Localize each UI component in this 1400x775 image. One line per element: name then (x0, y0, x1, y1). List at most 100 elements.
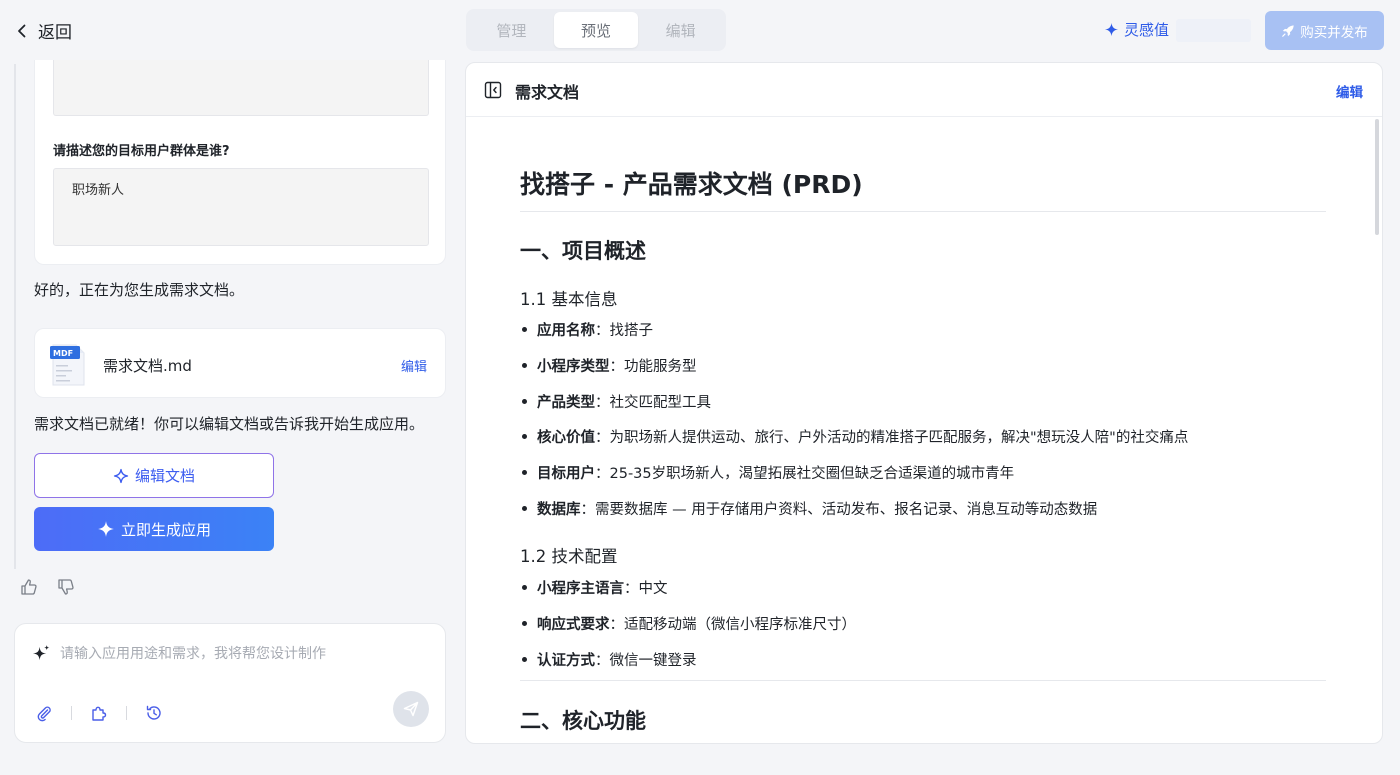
answer-text: 职场新人 (72, 183, 125, 198)
generate-app-label: 立即生成应用 (120, 520, 211, 539)
chat-timeline-line (14, 64, 16, 569)
bullet (522, 621, 527, 626)
list-item-value: ：需要数据库 — 用于存储用户资料、活动发布、报名记录、消息互动等动态数据 (580, 502, 1098, 518)
chat-input-card (14, 623, 446, 743)
buy-publish-button[interactable]: 购买并发布 (1265, 11, 1384, 50)
ai-sparkle-icon (32, 644, 50, 661)
document-edit-link[interactable]: 编辑 (1336, 81, 1363, 101)
send-icon (403, 701, 419, 717)
document-panel-title: 需求文档 (515, 83, 580, 102)
send-button[interactable] (393, 691, 429, 727)
list-item: 认证方式 ：微信一键登录 (520, 649, 697, 670)
chevron-left-icon (18, 24, 26, 37)
list-item-key: 产品类型 (537, 395, 595, 411)
edit-document-label: 编辑文档 (134, 467, 195, 485)
list-item: 数据库 ：需要数据库 — 用于存储用户资料、活动发布、报名记录、消息互动等动态数据 (520, 498, 1097, 519)
file-name: 需求文档.md (103, 357, 192, 375)
sparkle-icon (98, 521, 114, 537)
collapse-panel-icon[interactable] (484, 81, 502, 99)
subsection-heading-basic-info: 1.1 基本信息 (520, 290, 618, 309)
thumbs-down-icon[interactable] (57, 578, 75, 596)
tab-manage-label: 管理 (496, 21, 527, 40)
list-item: 应用名称 ：找搭子 (520, 319, 653, 340)
thumbs-up-icon[interactable] (20, 578, 38, 596)
toolbar-divider (126, 706, 127, 720)
inspiration-link[interactable]: 灵感值 (1104, 19, 1169, 40)
section-heading-core-features: 二、核心功能 (520, 709, 646, 733)
questionnaire-card: 请描述您的目标用户群体是谁? 职场新人 (34, 60, 446, 265)
divider (520, 211, 1326, 212)
list-item-value: ：适配移动端（微信小程序标准尺寸） (609, 617, 857, 633)
list-item: 产品类型 ：社交匹配型工具 (520, 391, 711, 412)
input-toolbar (35, 704, 163, 722)
document-panel-header: 需求文档 编辑 (466, 63, 1382, 117)
document-scrollbar[interactable] (1375, 119, 1379, 235)
list-item-key: 目标用户 (537, 466, 595, 482)
paperclip-icon[interactable] (35, 704, 53, 722)
bullet (522, 363, 527, 368)
divider (520, 680, 1326, 681)
tab-preview-label: 预览 (581, 21, 612, 40)
previous-answer-box[interactable] (53, 60, 429, 116)
list-item-key: 响应式要求 (537, 617, 610, 633)
top-bar: 返回 管理 预览 编辑 灵感值 购买并发布 (0, 0, 1400, 60)
edit-document-button[interactable]: 编辑文档 (34, 453, 274, 498)
list-item: 小程序类型 ：功能服务型 (520, 355, 697, 376)
back-label: 返回 (38, 23, 72, 43)
inspiration-label: 灵感值 (1124, 21, 1170, 39)
list-item-value: ：为职场新人提供运动、旅行、户外活动的精准搭子匹配服务，解决"想玩没人陪"的社交… (595, 430, 1189, 446)
back-button[interactable]: 返回 (14, 18, 72, 43)
sparkle-icon (1104, 22, 1119, 37)
tab-preview[interactable]: 预览 (553, 12, 639, 48)
list-item-value: ：找搭子 (595, 323, 653, 339)
section-heading-overview: 一、项目概述 (520, 239, 646, 263)
list-item-key: 认证方式 (537, 653, 595, 669)
tab-edit[interactable]: 编辑 (638, 12, 723, 48)
file-card[interactable]: MDF 需求文档.md 编辑 (34, 328, 446, 398)
document-title: 找搭子 - 产品需求文档 (PRD) (520, 170, 863, 199)
chat-input[interactable] (60, 642, 430, 666)
puzzle-icon[interactable] (90, 704, 108, 722)
bullet (522, 506, 527, 511)
list-item-key: 数据库 (537, 502, 581, 518)
bullet (522, 434, 527, 439)
toolbar-divider (71, 706, 72, 720)
document-panel: 需求文档 编辑 找搭子 - 产品需求文档 (PRD) 一、项目概述 1.1 基本… (465, 62, 1383, 744)
generating-message: 好的，正在为您生成需求文档。 (34, 281, 245, 299)
list-item-value: ：微信一键登录 (595, 653, 697, 669)
list-item-key: 小程序类型 (537, 359, 610, 375)
list-item-key: 核心价值 (537, 430, 595, 446)
bullet (522, 657, 527, 662)
list-item-value: ：功能服务型 (609, 359, 697, 375)
list-item: 目标用户 ：25-35岁职场新人，渴望拓展社交圈但缺乏合适渠道的城市青年 (520, 462, 1014, 483)
buy-publish-label: 购买并发布 (1300, 24, 1368, 41)
question-label: 请描述您的目标用户群体是谁? (53, 144, 230, 159)
sparkle-outline-icon (113, 468, 129, 483)
list-item-key: 应用名称 (537, 323, 595, 339)
list-item: 核心价值 ：为职场新人提供运动、旅行、户外活动的精准搭子匹配服务，解决"想玩没人陪… (520, 426, 1188, 447)
list-item-value: ：中文 (624, 581, 668, 597)
list-item-key: 小程序主语言 (537, 581, 624, 597)
history-icon[interactable] (145, 704, 163, 722)
list-item: 响应式要求 ：适配移动端（微信小程序标准尺寸） (520, 613, 856, 634)
bullet (522, 327, 527, 332)
target-user-answer-box[interactable]: 职场新人 (53, 168, 429, 246)
subsection-heading-tech-config: 1.2 技术配置 (520, 547, 618, 566)
inspiration-value-placeholder (1176, 19, 1251, 42)
bullet (522, 585, 527, 590)
tab-edit-label: 编辑 (665, 21, 696, 40)
markdown-file-icon: MDF (50, 344, 85, 386)
generate-app-button[interactable]: 立即生成应用 (34, 507, 274, 551)
bullet (522, 470, 527, 475)
list-item: 小程序主语言 ：中文 (520, 577, 668, 598)
feedback-row (20, 578, 75, 596)
list-item-value: ：社交匹配型工具 (595, 395, 711, 411)
rocket-icon (1282, 24, 1294, 37)
list-item-value: ：25-35岁职场新人，渴望拓展社交圈但缺乏合适渠道的城市青年 (595, 466, 1015, 482)
tab-manage[interactable]: 管理 (469, 12, 554, 48)
file-edit-link[interactable]: 编辑 (401, 356, 427, 375)
view-tabs: 管理 预览 编辑 (466, 9, 726, 51)
ready-message: 需求文档已就绪！你可以编辑文档或告诉我开始生成应用。 (34, 415, 425, 433)
bullet (522, 399, 527, 404)
file-badge-text: MDF (53, 349, 73, 358)
